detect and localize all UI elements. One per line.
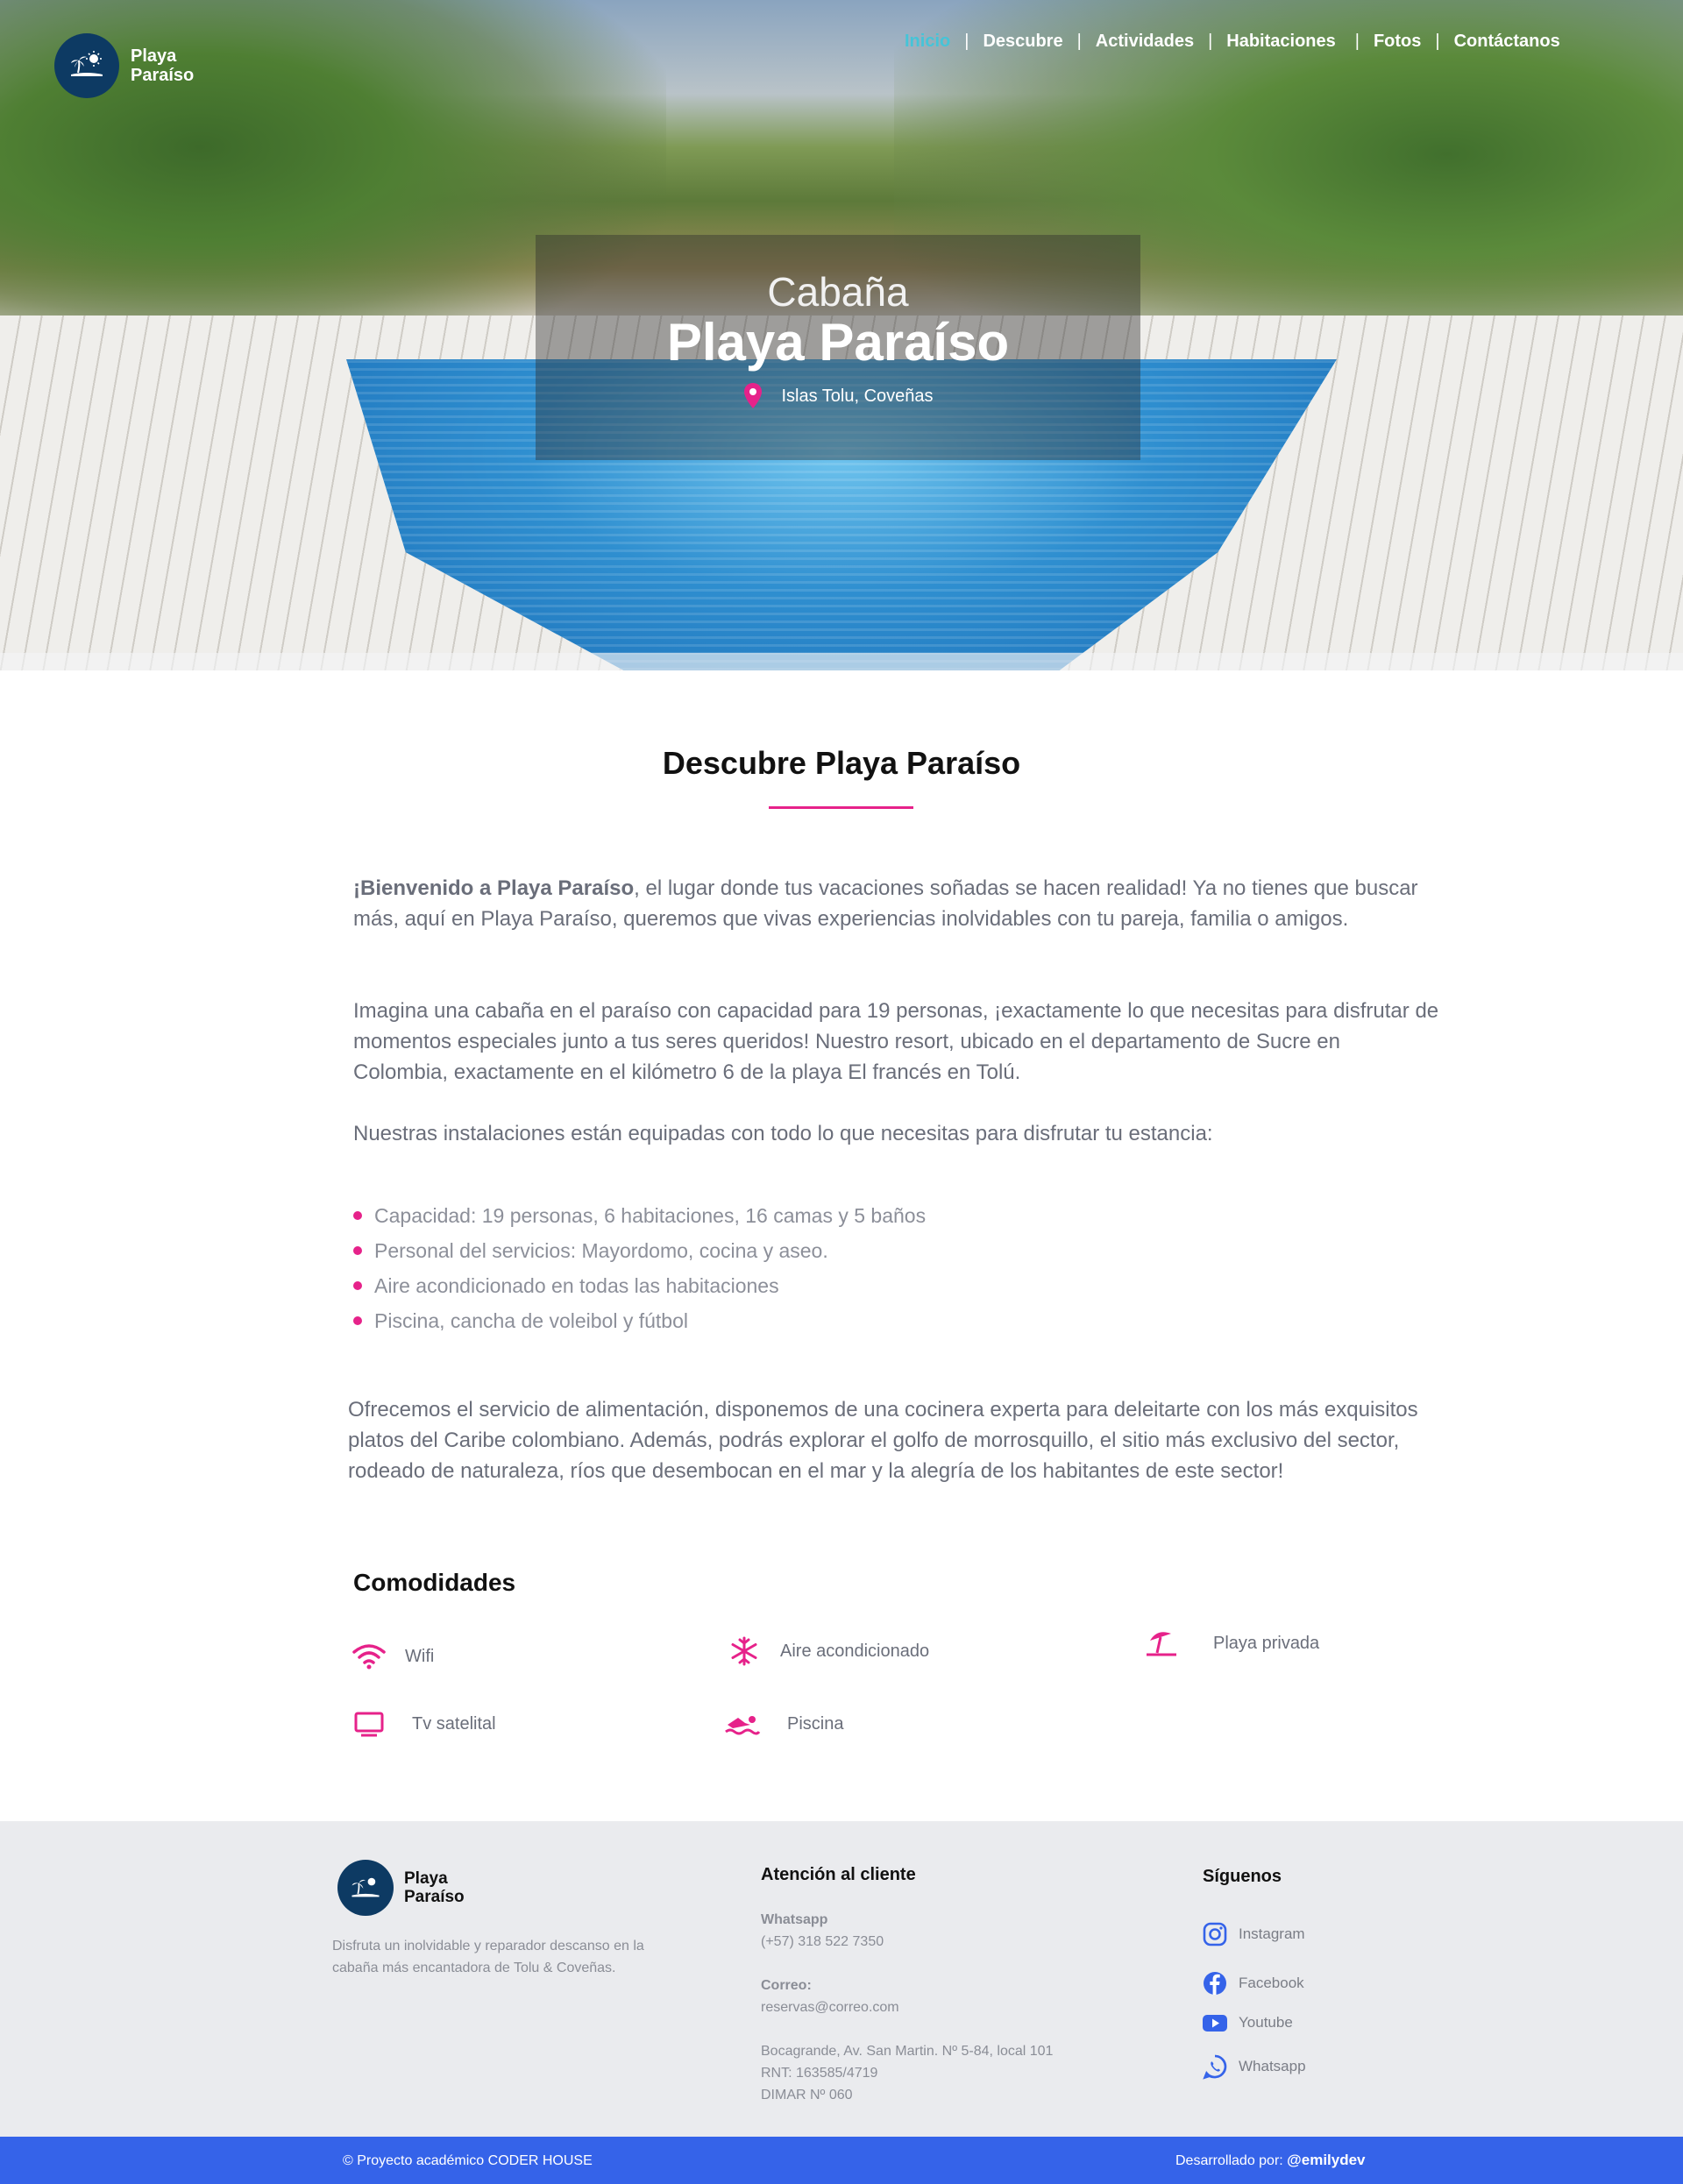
logo-line1: Playa: [131, 46, 177, 66]
logo-line2: Paraíso: [131, 66, 195, 85]
swimmer-icon: [725, 1716, 761, 1735]
footer-logo-text: Playa Paraíso: [404, 1869, 465, 1906]
intro-bold: ¡Bienvenido a Playa Paraíso: [353, 876, 635, 900]
address-block: Bocagrande, Av. San Martin. Nº 5-84, loc…: [761, 2040, 1053, 2106]
whatsapp-block: Whatsapp (+57) 318 522 7350: [761, 1909, 884, 1953]
hero-banner: Playa Paraíso Inicio | Descubre | Activi…: [0, 0, 1683, 670]
intro-paragraph: ¡Bienvenido a Playa Paraíso, el lugar do…: [353, 873, 1440, 934]
social-facebook[interactable]: Facebook: [1202, 1970, 1304, 1996]
amenities-title: Comodidades: [353, 1569, 516, 1596]
logo-line2: Paraíso: [404, 1888, 465, 1906]
amenity-label: Tv satelital: [412, 1713, 496, 1734]
social-label: Youtube: [1239, 2014, 1293, 2031]
developer-credit: Desarrollado por: @emilydev: [1175, 2152, 1366, 2169]
logo-icon: [54, 33, 119, 98]
capacity-paragraph: Imagina una cabaña en el paraíso con cap…: [353, 999, 1439, 1084]
amenity-tv: Tv satelital: [352, 1709, 496, 1739]
developer-handle[interactable]: @emilydev: [1287, 2152, 1365, 2168]
amenity-label: Aire acondicionado: [780, 1641, 930, 1661]
list-item: Aire acondicionado en todas las habitaci…: [353, 1268, 926, 1303]
amenity-wifi: Wifi: [352, 1642, 434, 1671]
section-title: Descubre Playa Paraíso: [662, 745, 1021, 781]
hero-title: Playa Paraíso: [666, 313, 1010, 372]
nav-item-inicio[interactable]: Inicio: [905, 32, 950, 52]
footer-logo[interactable]: Playa Paraíso: [337, 1860, 465, 1916]
wifi-icon: [352, 1644, 386, 1670]
nav-separator: |: [1076, 32, 1082, 51]
features-list: Capacidad: 19 personas, 6 habitaciones, …: [353, 1198, 926, 1338]
palm-sun-icon: [71, 51, 103, 76]
palm-sun-icon: [352, 1877, 380, 1897]
social-label: Whatsapp: [1239, 2058, 1306, 2074]
social-label: Facebook: [1239, 1975, 1304, 1991]
social-youtube[interactable]: Youtube: [1202, 2010, 1293, 2036]
rnt-line: RNT: 163585/4719: [761, 2066, 878, 2081]
map-pin-icon: [744, 383, 763, 408]
email-block: Correo: reservas@correo.com: [761, 1975, 899, 2018]
youtube-icon: [1203, 2015, 1227, 2032]
amenity-label: Playa privada: [1213, 1633, 1320, 1653]
footer: Playa Paraíso Disfruta un inolvidable y …: [0, 1821, 1683, 2137]
footer-logo-icon: [337, 1860, 394, 1916]
tv-icon: [354, 1712, 384, 1737]
amenity-aire: Aire acondicionado: [728, 1636, 929, 1666]
hero-location: Islas Tolu, Coveñas: [536, 382, 1140, 410]
hero-bottom-strip: [0, 653, 1683, 670]
header-logo[interactable]: Playa Paraíso: [54, 33, 194, 98]
social-instagram[interactable]: Instagram: [1202, 1921, 1305, 1947]
nav-separator: |: [1208, 32, 1213, 51]
whatsapp-label: Whatsapp: [761, 1912, 828, 1927]
amenity-playa: Playa privada: [1145, 1628, 1319, 1658]
nav-separator: |: [1354, 32, 1360, 51]
main-nav: Inicio | Descubre | Actividades | Habita…: [905, 32, 1560, 52]
dimar-line: DIMAR Nº 060: [761, 2088, 853, 2102]
hero-location-text: Islas Tolu, Coveñas: [781, 386, 934, 406]
logo-line1: Playa: [404, 1869, 448, 1888]
list-item: Piscina, cancha de voleibol y fútbol: [353, 1303, 926, 1338]
whatsapp-value[interactable]: (+57) 318 522 7350: [761, 1934, 884, 1949]
nav-item-fotos[interactable]: Fotos: [1374, 32, 1421, 52]
nav-item-descubre[interactable]: Descubre: [983, 32, 1062, 52]
facebook-icon: [1204, 1972, 1226, 1995]
email-value[interactable]: reservas@correo.com: [761, 2000, 899, 2015]
nav-separator: |: [964, 32, 969, 51]
beach-umbrella-icon: [1147, 1632, 1176, 1656]
copyright-text: © Proyecto académico CODER HOUSE: [343, 2153, 593, 2168]
footer-description: Disfruta un inolvidable y reparador desc…: [332, 1939, 644, 1975]
follow-title: Síguenos: [1203, 1867, 1282, 1886]
social-label: Instagram: [1239, 1925, 1305, 1942]
bottom-bar: © Proyecto académico CODER HOUSE Desarro…: [0, 2137, 1683, 2184]
amenity-label: Piscina: [787, 1713, 844, 1734]
list-item: Personal del servicios: Mayordomo, cocin…: [353, 1233, 926, 1268]
nav-item-actividades[interactable]: Actividades: [1096, 32, 1194, 52]
snowflake-icon: [731, 1636, 757, 1666]
developer-prefix: Desarrollado por:: [1175, 2153, 1288, 2168]
food-paragraph: Ofrecemos el servicio de alimentación, d…: [348, 1398, 1418, 1483]
amenity-label: Wifi: [405, 1646, 435, 1666]
hero-subtitle: Cabaña: [767, 269, 909, 315]
logo-text: Playa Paraíso: [131, 46, 194, 85]
nav-separator: |: [1435, 32, 1440, 51]
social-whatsapp[interactable]: Whatsapp: [1202, 2053, 1306, 2080]
hero-caption-box: Cabaña Playa Paraíso Islas Tolu, Coveñas: [536, 235, 1140, 460]
title-underline: [769, 806, 913, 809]
nav-item-habitaciones[interactable]: Habitaciones: [1226, 32, 1335, 52]
whatsapp-icon: [1203, 2054, 1227, 2080]
list-item: Capacidad: 19 personas, 6 habitaciones, …: [353, 1198, 926, 1233]
email-label: Correo:: [761, 1978, 812, 1993]
instagram-icon: [1203, 1922, 1227, 1946]
amenity-piscina: Piscina: [724, 1709, 843, 1739]
address-line: Bocagrande, Av. San Martin. Nº 5-84, loc…: [761, 2044, 1054, 2059]
nav-item-contactanos[interactable]: Contáctanos: [1454, 32, 1560, 52]
contact-title: Atención al cliente: [761, 1865, 916, 1884]
facilities-paragraph: Nuestras instalaciones están equipadas c…: [353, 1122, 1213, 1145]
